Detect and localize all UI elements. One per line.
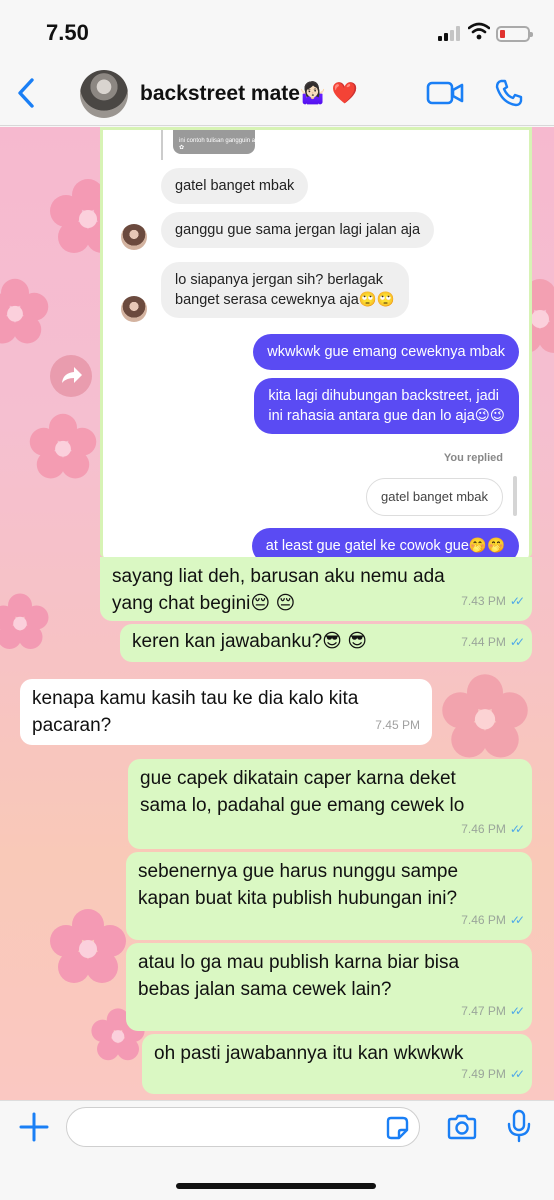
screenshot-top-caption: ini contoh tulisan gangguin aja ✿ bbox=[179, 138, 260, 151]
ig-outgoing-message: kita lagi dihubungan backstreet, jadi in… bbox=[254, 378, 519, 434]
ig-incoming-message: lo siapanya jergan sih? berlagak banget … bbox=[161, 262, 409, 318]
microphone-icon[interactable] bbox=[506, 1109, 532, 1143]
ig-incoming-message: ganggu gue sama jergan lagi jalan aja bbox=[161, 212, 435, 248]
message-time: 7.49 PM bbox=[461, 1067, 506, 1081]
ig-sender-avatar bbox=[121, 224, 147, 250]
message-input-bar bbox=[0, 1100, 554, 1200]
read-check-icon: ✓✓ bbox=[509, 822, 525, 836]
read-check-icon: ✓✓ bbox=[509, 913, 525, 927]
ig-reply-note: You replied bbox=[443, 452, 503, 464]
message-timestamp: 7.47 PM ✓✓ bbox=[461, 998, 525, 1025]
message-time: 7.46 PM bbox=[461, 913, 506, 927]
status-time: 7.50 bbox=[46, 20, 89, 45]
shared-screenshot-image[interactable]: ini contoh tulisan gangguin aja ✿ gatel … bbox=[100, 127, 532, 557]
message-timestamp: 7.49 PM ✓✓ bbox=[461, 1061, 525, 1088]
read-check-icon: ✓✓ bbox=[509, 1067, 525, 1081]
message-time: 7.43 PM bbox=[461, 594, 506, 608]
ig-replied-message: gatel banget mbak bbox=[366, 478, 503, 516]
message-time: 7.44 PM bbox=[461, 635, 506, 649]
ig-message-line: kita lagi dihubungan backstreet, jadi bbox=[268, 388, 499, 404]
read-check-icon: ✓✓ bbox=[509, 1004, 525, 1018]
ig-message-line: banget serasa ceweknya aja🙄🙄 bbox=[175, 292, 395, 308]
message-bubble-outgoing[interactable]: atau lo ga mau publish karna biar bisa b… bbox=[126, 943, 532, 1031]
ig-message-line: ini rahasia antara gue dan lo aja😉😉 bbox=[268, 408, 505, 424]
message-text-line: pacaran? bbox=[32, 715, 112, 736]
message-text-line: sebenernya gue harus nunggu sampe bbox=[138, 861, 459, 882]
message-bubble-outgoing[interactable]: oh pasti jawabannya itu kan wkwkwk 7.49 … bbox=[142, 1034, 532, 1094]
ig-outgoing-message: wkwkwk gue emang ceweknya mbak bbox=[253, 334, 519, 370]
message-text-line: gue capek dikatain caper karna deket bbox=[140, 768, 456, 789]
contact-avatar[interactable] bbox=[80, 70, 128, 118]
message-input[interactable] bbox=[66, 1107, 420, 1147]
read-check-icon: ✓✓ bbox=[509, 594, 525, 608]
status-bar: 7.50 bbox=[0, 0, 554, 62]
chat-header: backstreet mate🤷🏻‍♀️ ❤️ bbox=[0, 62, 554, 126]
video-call-icon[interactable] bbox=[426, 80, 464, 106]
message-timestamp: 7.46 PM ✓✓ bbox=[461, 816, 525, 843]
message-bubble-incoming[interactable]: kenapa kamu kasih tau ke dia kalo kita p… bbox=[20, 679, 432, 745]
flower-decoration-icon bbox=[0, 593, 49, 649]
message-bubble-outgoing[interactable]: sayang liat deh, barusan aku nemu ada ya… bbox=[100, 557, 532, 621]
message-text-line: yang chat begini😔 😔 bbox=[112, 593, 296, 614]
plus-icon[interactable] bbox=[18, 1111, 50, 1143]
message-text-line: sayang liat deh, barusan aku nemu ada bbox=[112, 566, 445, 587]
message-time: 7.47 PM bbox=[461, 1004, 506, 1018]
wifi-icon bbox=[468, 22, 490, 40]
contact-name[interactable]: backstreet mate🤷🏻‍♀️ ❤️ bbox=[140, 82, 358, 106]
forward-arrow-icon bbox=[62, 367, 82, 383]
ig-outgoing-message: at least gue gatel ke cowok gue🤭🤭 bbox=[251, 528, 519, 557]
cellular-signal-icon bbox=[438, 26, 462, 41]
screenshot-top-image: ini contoh tulisan gangguin aja ✿ bbox=[161, 130, 265, 160]
message-text-line: sama lo, padahal gue emang cewek lo bbox=[140, 795, 465, 816]
message-timestamp: 7.45 PM bbox=[375, 712, 420, 739]
message-timestamp: 7.46 PM ✓✓ bbox=[461, 907, 525, 934]
flower-decoration-icon bbox=[29, 413, 97, 479]
ig-reply-bar bbox=[513, 476, 517, 516]
message-bubble-outgoing[interactable]: keren kan jawabanku?😎 😎 7.44 PM ✓✓ bbox=[120, 624, 532, 662]
chat-background: ini contoh tulisan gangguin aja ✿ gatel … bbox=[0, 127, 554, 1100]
message-bubble-outgoing[interactable]: gue capek dikatain caper karna deket sam… bbox=[128, 759, 532, 849]
message-text-line: kenapa kamu kasih tau ke dia kalo kita bbox=[32, 688, 359, 709]
ig-incoming-message: gatel banget mbak bbox=[161, 168, 309, 204]
forward-button[interactable] bbox=[50, 355, 92, 397]
battery-icon bbox=[496, 26, 533, 42]
flower-decoration-icon bbox=[442, 674, 528, 758]
message-timestamp: 7.44 PM ✓✓ bbox=[461, 629, 525, 656]
message-bubble-outgoing[interactable]: sebenernya gue harus nunggu sampe kapan … bbox=[126, 852, 532, 940]
camera-icon[interactable] bbox=[446, 1113, 478, 1141]
read-check-icon: ✓✓ bbox=[509, 635, 525, 649]
message-time: 7.45 PM bbox=[375, 718, 420, 732]
message-time: 7.46 PM bbox=[461, 822, 506, 836]
home-indicator bbox=[176, 1183, 376, 1189]
flower-decoration-icon bbox=[0, 278, 49, 344]
phone-call-icon[interactable] bbox=[494, 78, 524, 108]
sticker-icon[interactable] bbox=[384, 1115, 410, 1141]
flower-decoration-icon bbox=[50, 909, 126, 983]
ig-message-line: lo siapanya jergan sih? berlagak bbox=[175, 272, 383, 288]
message-text-line: atau lo ga mau publish karna biar bisa bbox=[138, 952, 460, 973]
message-timestamp: 7.43 PM ✓✓ bbox=[461, 588, 525, 615]
back-chevron-icon[interactable] bbox=[14, 76, 38, 110]
ig-sender-avatar bbox=[121, 296, 147, 322]
